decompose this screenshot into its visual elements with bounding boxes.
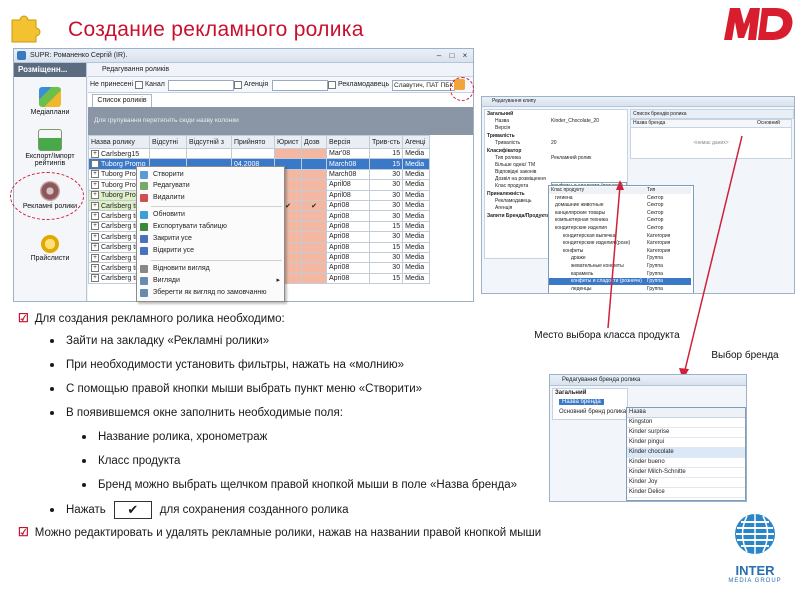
bullet-1-5: Нажать ✔ для сохранения созданного ролика: [50, 501, 349, 519]
bullet-1-4-3: Бренд можно выбрать щелчком правой кнопк…: [82, 479, 517, 491]
edit-brand-title: Редагування бренда ролика: [550, 375, 746, 386]
brand-list-item[interactable]: Kinder surprise: [627, 428, 745, 438]
field-main-brand: Основний бренд ролика: [559, 409, 627, 415]
group-general: Загальний: [555, 390, 587, 396]
bullet-1: ☑ Для создания рекламного ролика необходи…: [18, 311, 285, 325]
arrow-to-brand: [683, 135, 743, 375]
brand-list-item[interactable]: Kinder chocolate: [627, 448, 745, 458]
brand-list-item[interactable]: Kinder Milch-Schnitte: [627, 468, 745, 478]
field-brand-name[interactable]: Назва бренда: [559, 399, 604, 405]
globe-icon: [735, 514, 775, 554]
brand-dropdown-list: Назва Kingston Kinder surprise Kinder pingu…: [626, 407, 746, 501]
bullet-1-1: Зайти на закладку «Рекламні ролики»: [50, 335, 269, 347]
bullet-text: Название ролика, хронометраж: [98, 431, 268, 443]
bullet-text: С помощью правой кнопки мыши выбрать пун…: [66, 383, 423, 395]
brand-list-item[interactable]: Kinder pingui: [627, 438, 745, 448]
bullet-text: Нажать: [66, 504, 106, 517]
inter-logo-subtext: MEDIA GROUP: [728, 578, 782, 584]
bullet-text: для сохранения созданного ролика: [159, 504, 349, 517]
inter-logo: INTER MEDIA GROUP: [715, 512, 795, 592]
save-check-button: ✔: [113, 501, 152, 519]
bullet-text: Для создания рекламного ролика необходим…: [34, 313, 285, 325]
bullet-1-2: При необходимости установить фильтры, на…: [50, 359, 404, 371]
edit-brand-window: Редагування бренда ролика Загальний Назв…: [549, 374, 747, 502]
bullet-1-4-2: Класс продукта: [82, 455, 180, 467]
bullet-1-4-1: Название ролика, хронометраж: [82, 431, 267, 443]
bullet-text: В появившемся окне заполнить необходимые…: [66, 407, 343, 419]
brand-list-item[interactable]: Kinder Joy: [627, 478, 745, 488]
bullet-text: Класс продукта: [98, 455, 181, 467]
bullet-1-3: С помощью правой кнопки мыши выбрать пун…: [50, 383, 422, 395]
check-icon: ☑: [18, 525, 29, 539]
bullet-text: При необходимости установить фильтры, на…: [66, 359, 405, 371]
bullet-2: ☑ Можно редактировать и удалять рекламные…: [18, 525, 541, 539]
arrow-to-class: [607, 185, 621, 329]
brand-list-item[interactable]: Kinder bueno: [627, 458, 745, 468]
bullet-text: Зайти на закладку «Рекламні ролики»: [66, 335, 270, 347]
check-icon: ☑: [18, 311, 29, 325]
bullet-text: Можно редактировать и удалять рекламные …: [34, 527, 542, 539]
bullet-1-4: В появившемся окне заполнить необходимые…: [50, 407, 343, 419]
brand-list-item[interactable]: Kinder Delice: [627, 488, 745, 498]
brand-properties-grid: Загальний Назва бренда Основний бренд ро…: [552, 388, 628, 420]
brand-list-item[interactable]: Kingston: [627, 418, 745, 428]
bullet-text: Бренд можно выбрать щелчком правой кнопк…: [98, 479, 518, 491]
inter-logo-text: INTER: [735, 563, 775, 578]
brand-list-header: Назва: [627, 408, 745, 418]
arrow-head-class: [616, 180, 624, 190]
